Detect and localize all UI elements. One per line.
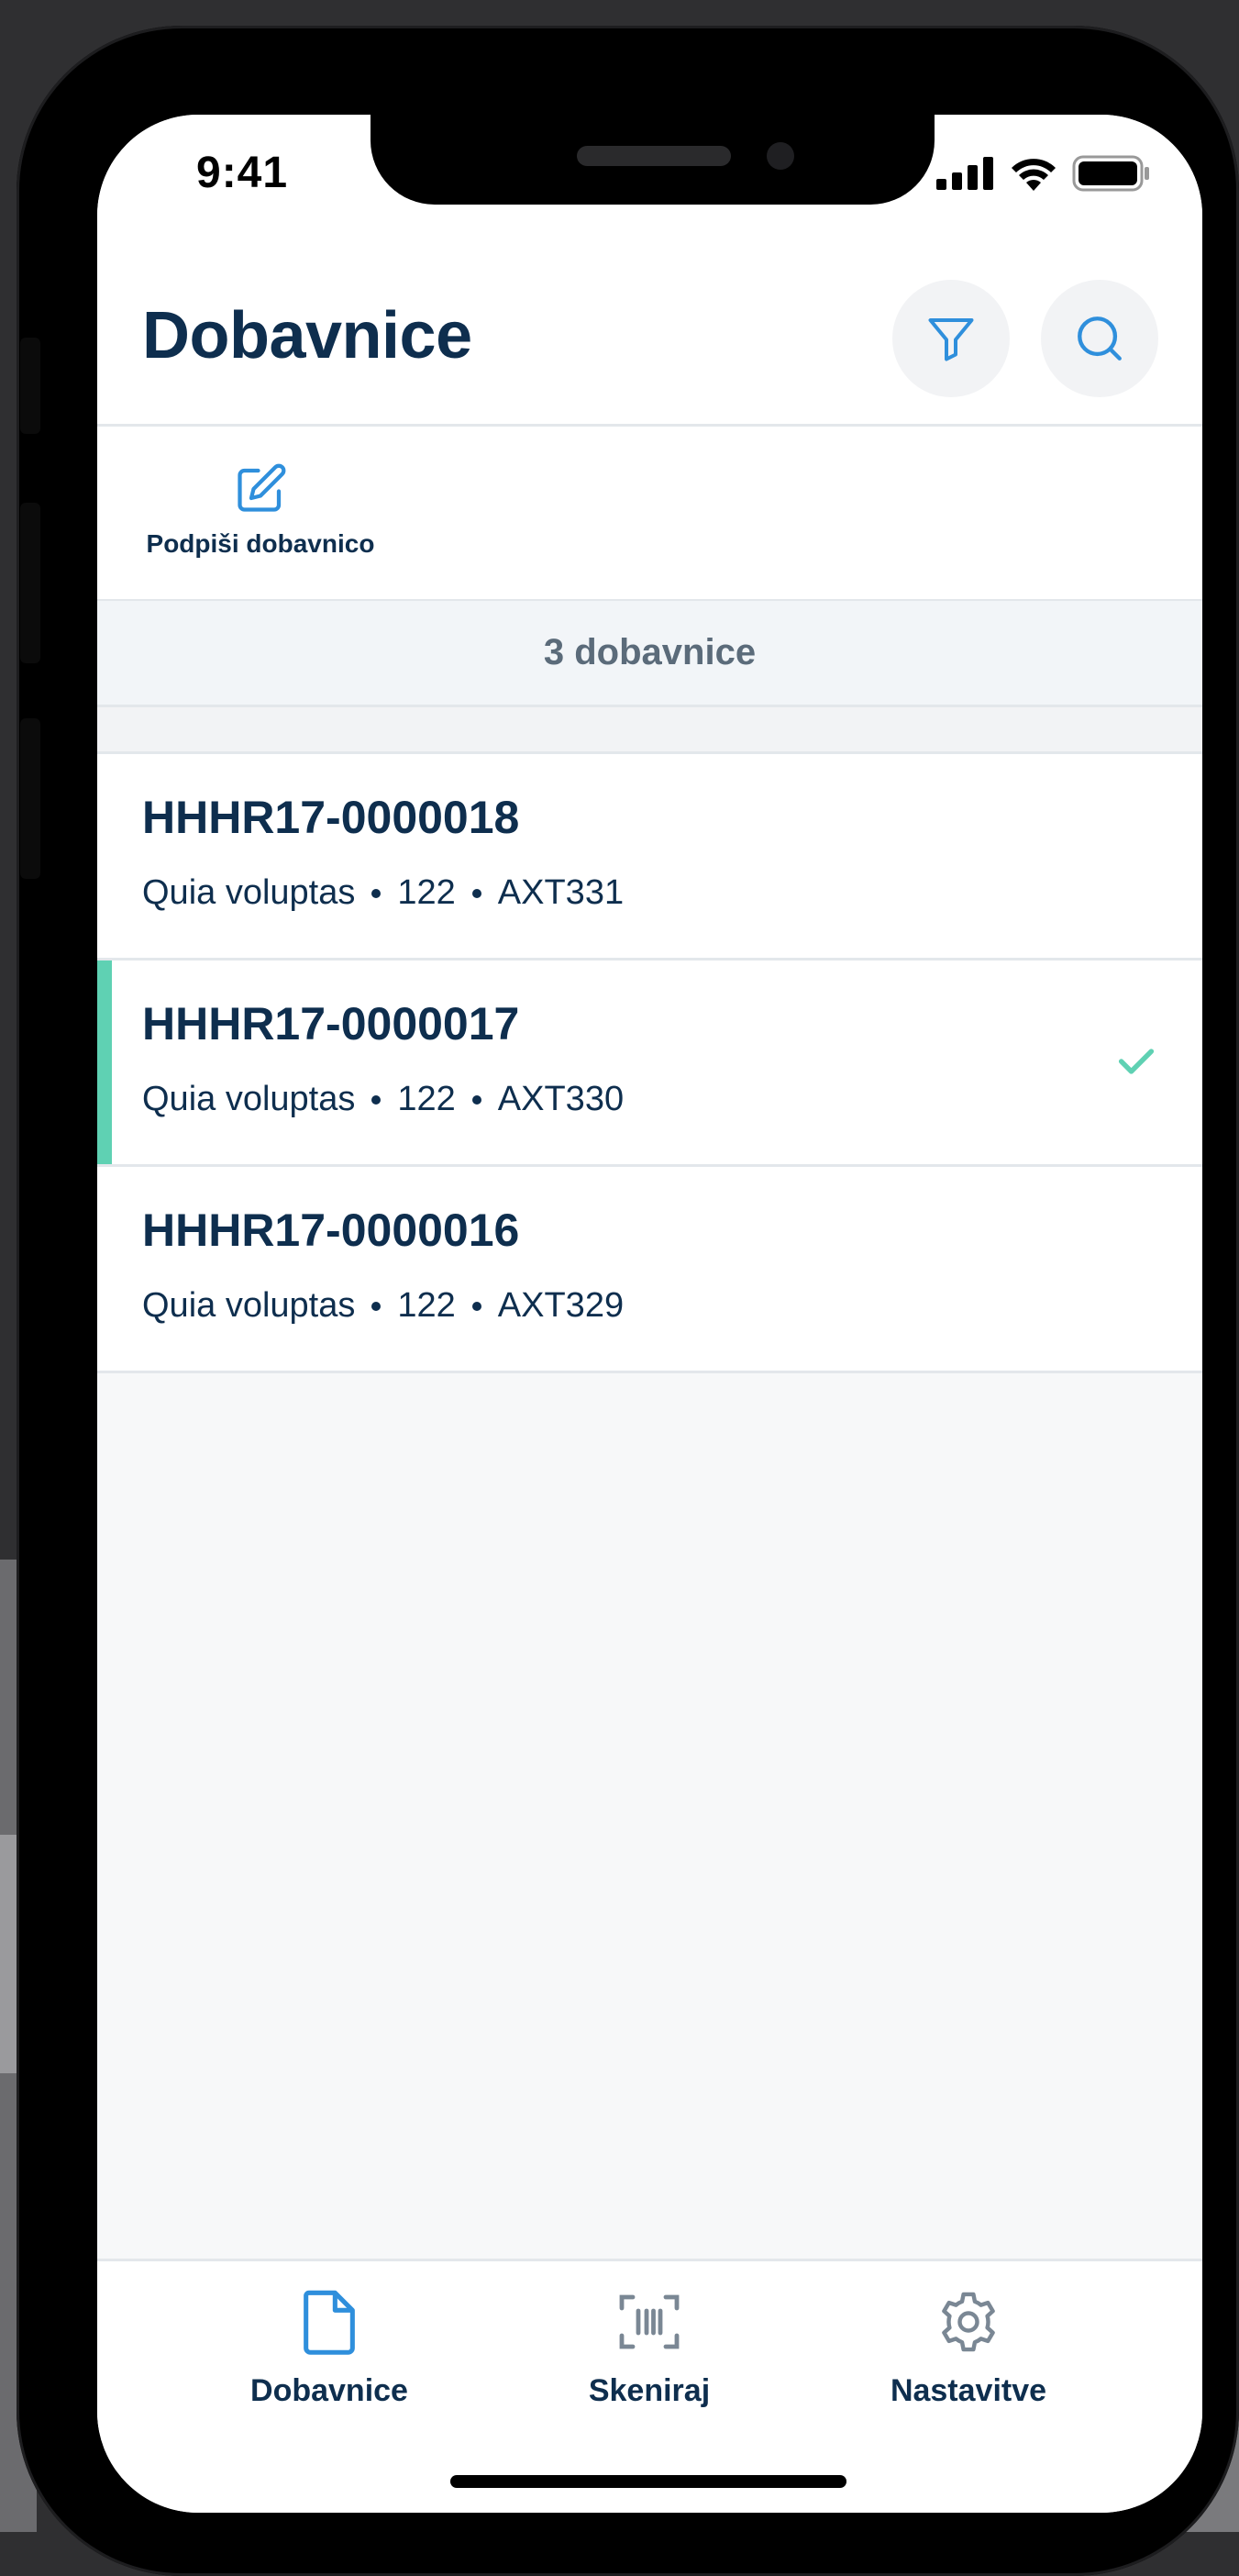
customer-name: Quia voluptas bbox=[142, 873, 356, 912]
volume-down-button bbox=[20, 718, 40, 879]
list-item-selected[interactable]: HHHR17-0000017 Quia voluptas 122 AXT330 bbox=[97, 960, 1202, 1167]
bottom-tab-bar: Dobavnice Skeniraj Nastavitve bbox=[97, 2259, 1202, 2513]
volume-up-button bbox=[20, 503, 40, 663]
filter-button[interactable] bbox=[892, 280, 1010, 397]
separator-dot bbox=[471, 1301, 481, 1311]
delivery-note-details: Quia voluptas 122 AXT329 bbox=[142, 1286, 624, 1326]
search-button[interactable] bbox=[1041, 280, 1158, 397]
separator-dot bbox=[371, 1094, 382, 1105]
document-icon bbox=[304, 2290, 355, 2355]
list-spacer bbox=[97, 707, 1202, 754]
status-time: 9:41 bbox=[196, 149, 289, 197]
checkmark-icon bbox=[1118, 1049, 1155, 1074]
separator-dot bbox=[371, 1301, 382, 1311]
home-indicator bbox=[450, 2475, 846, 2488]
delivery-note-list: HHHR17-0000018 Quia voluptas 122 AXT331 … bbox=[97, 754, 1202, 1373]
result-count: 3 dobavnice bbox=[97, 601, 1202, 707]
search-icon bbox=[1078, 316, 1122, 361]
item-code: AXT329 bbox=[497, 1286, 625, 1325]
tab-skeniraj[interactable]: Skeniraj bbox=[521, 2287, 778, 2409]
quantity: 122 bbox=[397, 1080, 456, 1118]
customer-name: Quia voluptas bbox=[142, 1286, 356, 1325]
signal-icon bbox=[936, 157, 993, 190]
quantity: 122 bbox=[397, 873, 456, 912]
phone-frame: 9:41 Dobavnice Podpiši dobavnico 3 dobav… bbox=[17, 26, 1239, 2576]
battery-icon bbox=[1072, 155, 1149, 192]
action-bar: Podpiši dobavnico bbox=[97, 427, 1202, 602]
tab-label: Nastavitve bbox=[890, 2373, 1047, 2408]
tab-label: Skeniraj bbox=[588, 2373, 711, 2408]
tab-dobavnice[interactable]: Dobavnice bbox=[201, 2287, 458, 2409]
customer-name: Quia voluptas bbox=[142, 1080, 356, 1118]
quantity: 122 bbox=[397, 1286, 456, 1325]
page-title: Dobavnice bbox=[142, 299, 472, 372]
front-camera bbox=[767, 142, 794, 170]
tab-label: Dobavnice bbox=[250, 2373, 408, 2408]
delivery-note-details: Quia voluptas 122 AXT330 bbox=[142, 1080, 624, 1119]
separator-dot bbox=[471, 888, 481, 898]
wifi-icon bbox=[1012, 159, 1056, 191]
device-notch bbox=[371, 115, 935, 205]
tab-nastavitve[interactable]: Nastavitve bbox=[840, 2287, 1097, 2409]
delivery-note-id: HHHR17-0000018 bbox=[142, 792, 520, 843]
delivery-note-id: HHHR17-0000017 bbox=[142, 998, 520, 1049]
status-icons bbox=[936, 155, 1151, 192]
speaker-grille bbox=[577, 146, 731, 166]
delivery-note-id: HHHR17-0000016 bbox=[142, 1205, 520, 1256]
sign-delivery-note-label: Podpiši dobavnico bbox=[146, 529, 375, 558]
separator-dot bbox=[371, 888, 382, 898]
item-code: AXT330 bbox=[497, 1080, 625, 1118]
sign-delivery-note-button[interactable]: Podpiši dobavnico bbox=[141, 461, 380, 559]
item-code: AXT331 bbox=[497, 873, 625, 912]
delivery-note-details: Quia voluptas 122 AXT331 bbox=[142, 873, 624, 913]
app-screen: 9:41 Dobavnice Podpiši dobavnico 3 dobav… bbox=[97, 115, 1202, 2513]
gear-icon bbox=[942, 2292, 995, 2352]
list-item[interactable]: HHHR17-0000016 Quia voluptas 122 AXT329 bbox=[97, 1167, 1202, 1373]
mute-switch bbox=[20, 338, 40, 434]
list-item[interactable]: HHHR17-0000018 Quia voluptas 122 AXT331 bbox=[97, 754, 1202, 960]
barcode-scan-icon bbox=[619, 2294, 680, 2349]
filter-icon bbox=[928, 318, 974, 361]
separator-dot bbox=[471, 1094, 481, 1105]
edit-icon bbox=[238, 463, 286, 512]
